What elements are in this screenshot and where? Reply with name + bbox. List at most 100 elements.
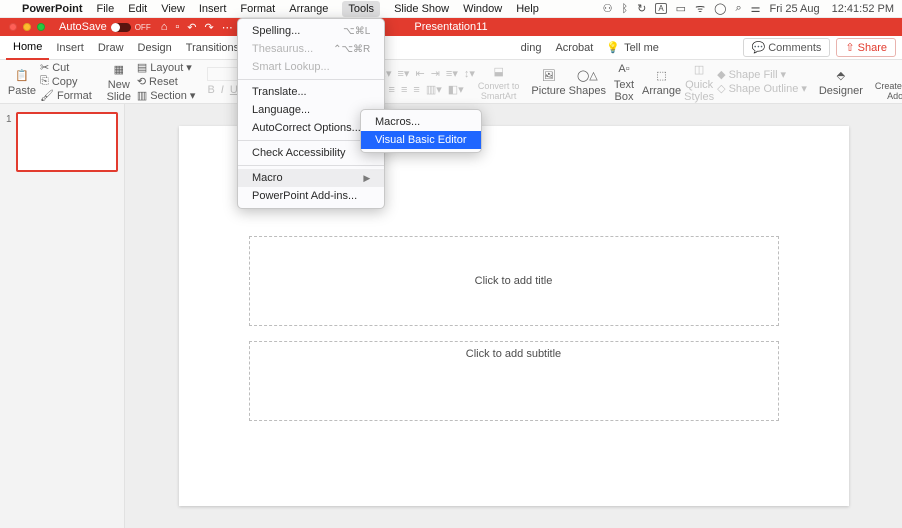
keyboard-icon[interactable]: A	[655, 3, 666, 14]
shapes-button[interactable]: ◯△Shapes	[569, 66, 606, 97]
layout-button[interactable]: ▤Layout▾	[137, 61, 196, 74]
redo-icon[interactable]: ↷	[204, 21, 213, 34]
format-painter-button[interactable]: 🖌Format	[40, 89, 92, 102]
new-slide-button[interactable]: ▦New Slide	[104, 60, 134, 103]
menu-item-macro[interactable]: Macro▶	[238, 169, 384, 187]
menu-item-powerpoint-add-ins-[interactable]: PowerPoint Add-ins...	[238, 187, 384, 205]
menu-help[interactable]: Help	[516, 3, 539, 15]
subtitle-placeholder[interactable]: Click to add subtitle	[249, 341, 779, 421]
section-button[interactable]: ▥Section▾	[137, 89, 196, 102]
menu-window[interactable]: Window	[463, 3, 502, 15]
convert-smartart-label: Convert to SmartArt	[478, 81, 520, 101]
title-placeholder[interactable]: Click to add title	[249, 236, 779, 326]
cut-button[interactable]: ✂Cut	[40, 61, 92, 74]
menubar-date[interactable]: Fri 25 Aug	[769, 3, 819, 15]
reset-label: Reset	[149, 76, 178, 88]
tab-acrobat[interactable]: Acrobat	[548, 36, 600, 60]
quick-styles-button[interactable]: ◫Quick Styles	[684, 60, 714, 103]
bluetooth-icon[interactable]: ᛒ	[622, 3, 629, 15]
align-right-button[interactable]: ≡	[401, 84, 407, 96]
menu-view[interactable]: View	[161, 3, 185, 15]
share-button[interactable]: ⇧ Share	[836, 38, 896, 57]
shape-outline-button[interactable]: ◇Shape Outline▾	[717, 82, 807, 95]
tab-draw[interactable]: Draw	[91, 36, 131, 60]
italic-button[interactable]: I	[221, 84, 224, 96]
app-name[interactable]: PowerPoint	[22, 3, 83, 15]
bold-button[interactable]: B	[207, 84, 214, 96]
align-center-button[interactable]: ≡	[389, 84, 395, 96]
numbering-button[interactable]: ≡▾	[398, 67, 410, 80]
designer-button[interactable]: ⬘Designer	[819, 66, 863, 97]
window-minimize-button[interactable]	[23, 23, 31, 31]
slide-number: 1	[6, 112, 12, 172]
tab-recording[interactable]: ding	[514, 36, 549, 60]
autosave-label: AutoSave	[59, 21, 107, 33]
menu-slideshow[interactable]: Slide Show	[394, 3, 449, 15]
tell-me[interactable]: Tell me	[624, 42, 659, 54]
wifi-icon[interactable]: ᯤ	[695, 1, 705, 16]
menu-tools[interactable]: Tools	[342, 1, 380, 17]
menu-edit[interactable]: Edit	[128, 3, 147, 15]
shapefill-label: Shape Fill	[729, 69, 778, 81]
copy-button[interactable]: ⎘Copy	[40, 75, 92, 88]
menubar-time[interactable]: 12:41:52 PM	[832, 3, 894, 15]
arrange-button[interactable]: ⬚Arrange	[642, 66, 681, 97]
indent-inc-button[interactable]: ⇥	[431, 67, 440, 80]
home-icon[interactable]: ⌂	[161, 21, 168, 33]
comments-button[interactable]: 💬Comments	[743, 38, 831, 57]
share-label: Share	[858, 42, 887, 54]
autosave-toggle[interactable]	[111, 23, 131, 32]
outline-icon: ◇	[717, 82, 725, 95]
sync-icon[interactable]: ↻	[637, 2, 646, 15]
cut-label: Cut	[52, 62, 69, 74]
share-icon: ⇧	[845, 41, 854, 54]
justify-button[interactable]: ≡	[413, 84, 419, 96]
macro-submenu: Macros...Visual Basic Editor	[360, 109, 482, 153]
new-slide-label: New Slide	[107, 79, 131, 103]
line-spacing-button[interactable]: ≡▾	[446, 67, 458, 80]
spotlight-icon[interactable]: ⌕	[735, 2, 741, 15]
designer-label: Designer	[819, 85, 863, 97]
window-close-button[interactable]	[9, 23, 17, 31]
menu-item-spelling-[interactable]: Spelling...⌥⌘L	[238, 22, 384, 40]
text-direction-button[interactable]: ↕▾	[464, 67, 475, 80]
tab-design[interactable]: Design	[131, 36, 179, 60]
save-icon[interactable]: ▫	[175, 21, 179, 33]
picture-button[interactable]: 🖼Picture	[531, 66, 565, 97]
reset-button[interactable]: ⟲Reset	[137, 75, 196, 88]
columns-button[interactable]: ▥▾	[426, 83, 442, 96]
comment-icon: 💬	[752, 41, 766, 54]
user-icon[interactable]: ◯	[714, 2, 726, 15]
convert-smartart-button[interactable]: ⬓Convert to SmartArt	[478, 62, 520, 101]
menu-file[interactable]: File	[97, 3, 115, 15]
indent-dec-button[interactable]: ⇤	[415, 67, 424, 80]
shape-fill-button[interactable]: ◆Shape Fill▾	[717, 68, 807, 81]
adobe-pdf-button[interactable]: 📄Create and Share Adobe PDF	[875, 62, 902, 101]
tab-insert[interactable]: Insert	[49, 36, 91, 60]
quickstyles-label: Quick Styles	[684, 79, 714, 103]
menu-format[interactable]: Format	[240, 3, 275, 15]
chevron-down-icon: ▾	[186, 61, 192, 74]
status-icon[interactable]: ⚇	[603, 2, 613, 15]
menu-insert[interactable]: Insert	[199, 3, 227, 15]
smartart-button[interactable]: ◧▾	[448, 83, 464, 96]
paste-button[interactable]: 📋Paste	[7, 66, 37, 97]
document-title: Presentation11	[414, 21, 487, 33]
battery-icon[interactable]: ▭	[676, 2, 686, 15]
slide-thumbnail[interactable]	[16, 112, 118, 172]
window-zoom-button[interactable]	[37, 23, 45, 31]
menu-item-thesaurus-: Thesaurus...⌃⌥⌘R	[238, 40, 384, 58]
control-center-icon[interactable]: ⚌	[751, 2, 761, 15]
copy-label: Copy	[52, 76, 78, 88]
menu-item-macros-[interactable]: Macros...	[361, 113, 481, 131]
menu-item-translate-[interactable]: Translate...	[238, 83, 384, 101]
bulb-icon: 💡	[606, 41, 620, 54]
tab-home[interactable]: Home	[6, 36, 49, 60]
menu-item-visual-basic-editor[interactable]: Visual Basic Editor	[361, 131, 481, 149]
undo-icon[interactable]: ↶	[187, 21, 196, 34]
more-icon[interactable]: ⋯	[222, 21, 233, 34]
window-titlebar: AutoSave OFF ⌂ ▫ ↶ ↷ ⋯ Presentation11	[0, 18, 902, 36]
text-box-button[interactable]: A▫Text Box	[609, 60, 639, 103]
slide-thumbnail-panel: 1	[0, 104, 125, 528]
menu-arrange[interactable]: Arrange	[289, 3, 328, 15]
